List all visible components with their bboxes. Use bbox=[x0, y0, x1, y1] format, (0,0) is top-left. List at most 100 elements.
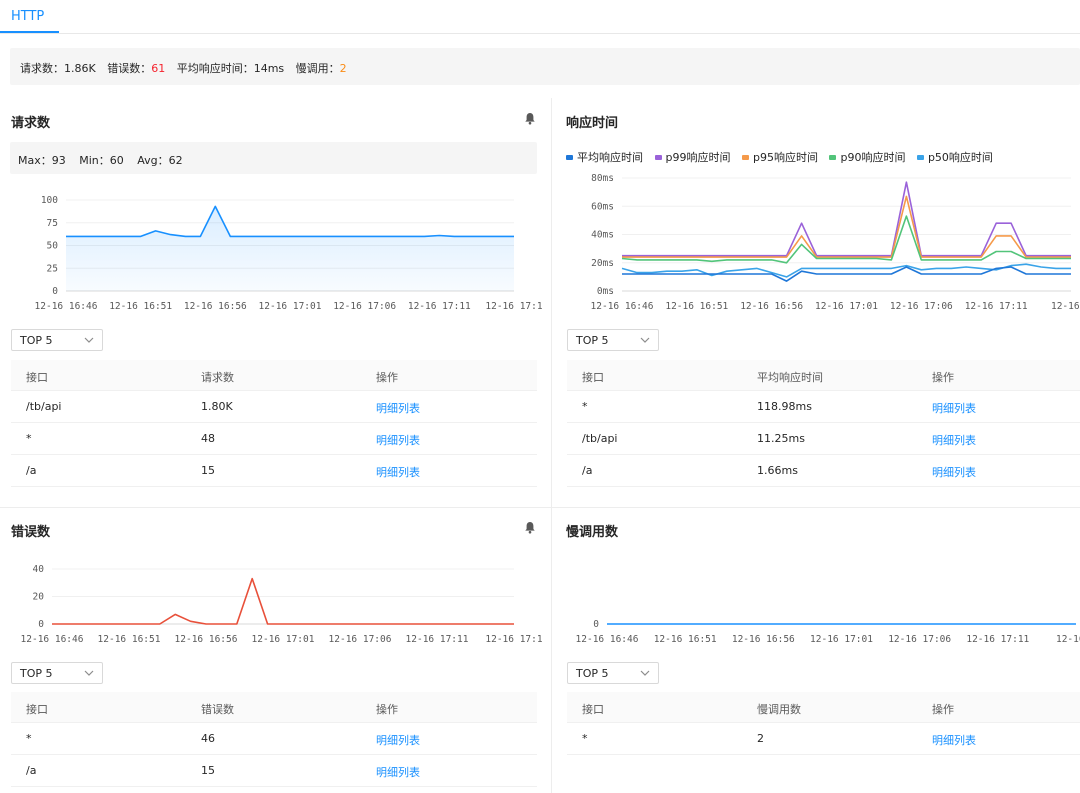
slow-row-api: * bbox=[582, 732, 588, 745]
summary-slow-value: 2 bbox=[339, 62, 347, 75]
y-tick-label: 40ms bbox=[591, 230, 614, 241]
x-tick-label: 12-16 16:56 bbox=[184, 301, 247, 312]
summary-slow-label: 慢调用： bbox=[295, 62, 340, 75]
legend-swatch-p95 bbox=[741, 154, 749, 160]
x-tick-label: 12-16 16:46 bbox=[35, 301, 98, 312]
series-line bbox=[621, 263, 1071, 278]
requests-row-value: 1.80K bbox=[201, 400, 233, 413]
legend-swatch-p99 bbox=[654, 154, 662, 160]
x-tick-label: 12-16 16:51 bbox=[109, 301, 172, 312]
response-top-select[interactable]: TOP 5 bbox=[567, 329, 659, 351]
requests-stat-max: Max：93 bbox=[18, 154, 66, 167]
summary-avg-label: 平均响应时间： bbox=[176, 62, 254, 75]
y-tick-label: 75 bbox=[47, 218, 58, 229]
response-detail-link[interactable]: 明细列表 bbox=[932, 432, 976, 448]
requests-top-select[interactable]: TOP 5 bbox=[11, 329, 103, 351]
errors-top-select[interactable]: TOP 5 bbox=[11, 662, 103, 684]
errors-column-header: 操作 bbox=[376, 703, 398, 716]
x-tick-label: 12-16 17:11 bbox=[408, 301, 471, 312]
x-tick-label: 12-16 17:01 bbox=[815, 301, 878, 312]
legend-p99[interactable]: p99响应时间 bbox=[654, 149, 730, 165]
legend-p90[interactable]: p90响应时间 bbox=[829, 149, 905, 165]
legend-p95-label: p95响应时间 bbox=[752, 151, 818, 164]
slow-column-header: 操作 bbox=[932, 703, 954, 716]
chevron-down-icon bbox=[84, 337, 94, 343]
summary-errors-label: 错误数： bbox=[107, 62, 152, 75]
x-tick-label: 12-16 17:06 bbox=[888, 634, 951, 645]
tab-http[interactable]: HTTP bbox=[11, 9, 44, 24]
requests-chart: 0 25 50 75 100 12-16 16:46 12-16 16:51 12-16 16… bbox=[35, 195, 543, 312]
slow-calls-chart: 0 12-16 16:46 12-16 16:51 12-16 16:56 12-16 … bbox=[576, 619, 1080, 645]
errors-table: 接口 错误数 操作 * 46 明细列表/a 15 明细列表 bbox=[11, 692, 537, 789]
x-tick-label: 12-16 16:51 bbox=[665, 301, 728, 312]
x-tick-label: 12-16 17:06 bbox=[890, 301, 953, 312]
response-row-api: /a bbox=[582, 464, 593, 477]
response-detail-link[interactable]: 明细列表 bbox=[932, 464, 976, 480]
requests-top-select-value: TOP 5 bbox=[20, 334, 53, 347]
requests-column-header: 接口 bbox=[26, 371, 48, 384]
summary-errors-value: 61 bbox=[151, 62, 166, 75]
errors-column-header: 接口 bbox=[26, 703, 48, 716]
legend-avg[interactable]: 平均响应时间 bbox=[566, 149, 643, 165]
series-line bbox=[622, 181, 1071, 257]
slow-table-header: 接口 慢调用数 操作 bbox=[567, 692, 1080, 723]
summary-bar: 请求数：1.86K 错误数：61 平均响应时间：14ms 慢调用：2 bbox=[10, 48, 1080, 85]
requests-row-api: /tb/api bbox=[26, 400, 62, 413]
response-table-row: /a 1.66ms 明细列表 bbox=[567, 455, 1080, 487]
x-tick-label: 12-16 17:1 bbox=[485, 301, 542, 312]
requests-row-value: 15 bbox=[201, 464, 215, 477]
errors-table-row: * 46 明细列表 bbox=[11, 723, 537, 755]
legend-p95[interactable]: p95响应时间 bbox=[741, 149, 818, 165]
slow-table-row: * 2 明细列表 bbox=[567, 723, 1080, 755]
response-column-header: 平均响应时间 bbox=[757, 371, 823, 384]
y-tick-label: 0 bbox=[593, 619, 599, 630]
slow-panel-title: 慢调用数 bbox=[566, 525, 619, 540]
requests-column-header: 操作 bbox=[376, 371, 398, 384]
response-row-api: /tb/api bbox=[582, 432, 618, 445]
response-column-header: 接口 bbox=[582, 371, 604, 384]
errors-row-value: 15 bbox=[201, 764, 215, 777]
requests-table: 接口 请求数 操作/tb/api 1.80K 明细列表 * 48 明细列表/a 15 明细列表 bbox=[11, 360, 537, 490]
legend-p90-label: p90响应时间 bbox=[840, 151, 906, 164]
requests-stat-min: Min：60 bbox=[79, 154, 124, 167]
requests-row-value: 48 bbox=[201, 432, 215, 445]
active-tab-indicator bbox=[0, 31, 59, 33]
requests-detail-link[interactable]: 明细列表 bbox=[376, 400, 420, 416]
response-detail-link[interactable]: 明细列表 bbox=[932, 400, 976, 416]
response-row-value: 1.66ms bbox=[757, 464, 798, 477]
x-tick-label: 12-16 16:56 bbox=[175, 634, 238, 645]
errors-detail-link[interactable]: 明细列表 bbox=[376, 732, 420, 748]
response-row-value: 118.98ms bbox=[757, 400, 812, 413]
requests-row-api: * bbox=[26, 432, 32, 445]
slow-row-value: 2 bbox=[757, 732, 764, 745]
requests-column-header: 请求数 bbox=[201, 371, 234, 384]
chevron-down-icon bbox=[640, 337, 650, 343]
errors-chart: 0 20 40 12-16 16:46 12-16 16:51 12-16 16:56 12… bbox=[21, 564, 543, 645]
response-table-row: /tb/api 11.25ms 明细列表 bbox=[567, 423, 1080, 455]
series-line bbox=[622, 195, 1071, 258]
slow-detail-link[interactable]: 明细列表 bbox=[932, 732, 976, 748]
chevron-down-icon bbox=[84, 670, 94, 676]
legend-avg-label: 平均响应时间 bbox=[577, 151, 643, 164]
slow-column-header: 接口 bbox=[582, 703, 604, 716]
x-tick-label: 12-16 17:06 bbox=[329, 634, 392, 645]
requests-alert-bell-icon[interactable] bbox=[524, 112, 536, 125]
series-line bbox=[66, 205, 514, 238]
errors-detail-link[interactable]: 明细列表 bbox=[376, 764, 420, 780]
requests-row-api: /a bbox=[26, 464, 37, 477]
response-column-header: 操作 bbox=[932, 371, 954, 384]
errors-column-header: 错误数 bbox=[201, 703, 234, 716]
y-tick-label: 80ms bbox=[591, 173, 614, 184]
slow-top-select[interactable]: TOP 5 bbox=[567, 662, 659, 684]
response-top-select-value: TOP 5 bbox=[576, 334, 609, 347]
x-tick-label: 12-16 16:51 bbox=[654, 634, 717, 645]
y-tick-label: 0ms bbox=[597, 286, 614, 297]
errors-table-row: /a 15 明细列表 bbox=[11, 755, 537, 787]
requests-detail-link[interactable]: 明细列表 bbox=[376, 464, 420, 480]
x-tick-label: 12-16 17:11 bbox=[406, 634, 469, 645]
requests-table-row: * 48 明细列表 bbox=[11, 423, 537, 455]
errors-row-api: /a bbox=[26, 764, 37, 777]
errors-alert-bell-icon[interactable] bbox=[524, 521, 536, 534]
requests-detail-link[interactable]: 明细列表 bbox=[376, 432, 420, 448]
legend-p50[interactable]: p50响应时间 bbox=[916, 149, 993, 165]
